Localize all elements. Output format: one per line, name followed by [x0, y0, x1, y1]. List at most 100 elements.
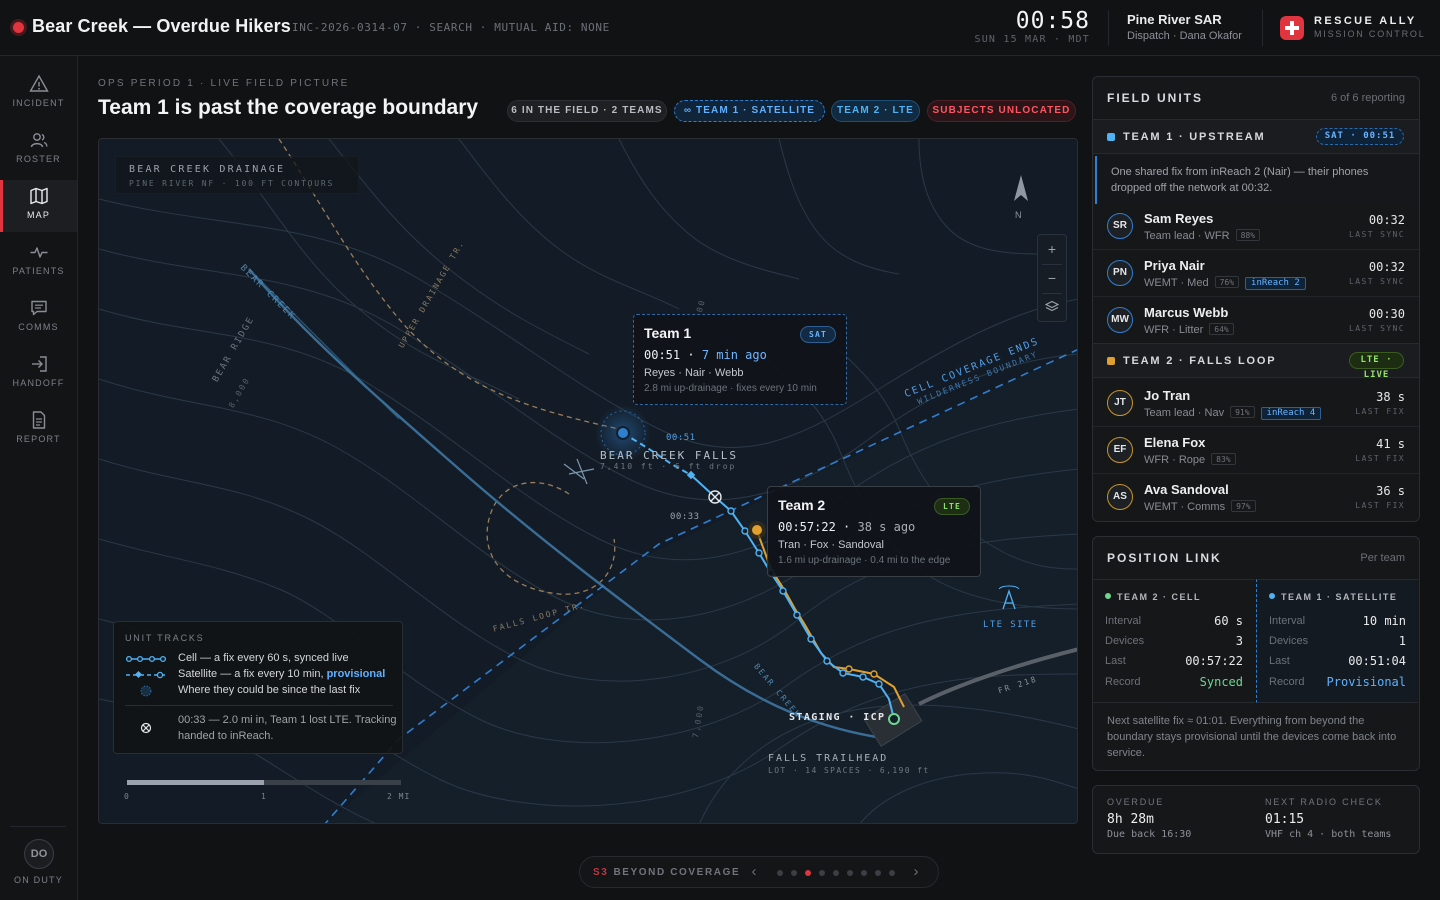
- member-time: 36 s: [1376, 484, 1405, 498]
- member-role: WFR · Rope 83%: [1144, 453, 1236, 466]
- zoom-out-button[interactable]: −: [1038, 264, 1066, 293]
- list-item[interactable]: PN Priya Nair WEMT · Med 76% inReach 2 00:…: [1093, 250, 1419, 297]
- map-subtitle: PINE RIVER NF · 100 FT CONTOURS: [129, 179, 335, 188]
- link-value: 00:51:04: [1348, 654, 1406, 668]
- link-key: Last: [1105, 655, 1126, 667]
- ops-period-eyebrow: OPS PERIOD 1 · LIVE FIELD PICTURE: [98, 78, 350, 89]
- legend-satellite: Satellite — a fix every 10 min, provisio…: [178, 668, 386, 680]
- rail-item-label: PATIENTS: [12, 266, 65, 276]
- live-indicator-dot: [13, 22, 24, 33]
- layers-button[interactable]: [1038, 293, 1066, 322]
- rail-item-map[interactable]: MAP: [0, 180, 77, 232]
- list-item[interactable]: EF Elena Fox WFR · Rope 83% 41 s LAST FIX: [1093, 427, 1419, 474]
- step-dot[interactable]: [819, 870, 825, 876]
- member-role: WEMT · Comms 97%: [1144, 500, 1256, 513]
- step-dot[interactable]: [875, 870, 881, 876]
- sat-track-legend-icon: [126, 670, 166, 679]
- step-dot[interactable]: [777, 870, 783, 876]
- lte-lost-time: 00:33: [670, 512, 700, 522]
- overdue-label: OVERDUE: [1107, 797, 1165, 807]
- step-dot[interactable]: [889, 870, 895, 876]
- rail-item-handoff[interactable]: HANDOFF: [0, 348, 77, 400]
- scenario-stepper: S3 BEYOND COVERAGE ‹ ›: [579, 856, 939, 888]
- user-avatar[interactable]: DO: [24, 839, 54, 869]
- link-key: Record: [1105, 676, 1141, 688]
- callout-lte-badge: LTE: [934, 498, 970, 515]
- team1-fix-time: 00:51: [666, 433, 696, 443]
- subjects-unlocated-chip[interactable]: SUBJECTS UNLOCATED: [927, 100, 1076, 122]
- rail-item-roster[interactable]: ROSTER: [0, 124, 77, 176]
- avatar: AS: [1107, 484, 1133, 510]
- scale-label: 2 MI: [387, 792, 411, 801]
- chat-icon: [31, 300, 47, 316]
- user-status: ON DUTY: [14, 875, 63, 885]
- list-item[interactable]: JT Jo Tran Team lead · Nav 91% inReach 4 3…: [1093, 380, 1419, 427]
- step-dot[interactable]: [791, 870, 797, 876]
- battery-badge: 91%: [1230, 406, 1255, 418]
- team1-marker: [616, 426, 630, 440]
- rail-item-label: COMMS: [18, 322, 59, 332]
- device-badge: inReach 2: [1245, 277, 1306, 290]
- list-item[interactable]: AS Ava Sandoval WEMT · Comms 97% 36 s LAS…: [1093, 474, 1419, 521]
- lte-site-label: LTE SITE: [983, 620, 1038, 630]
- scale-label: 0: [124, 792, 130, 801]
- reporting-count: 6 of 6 reporting: [1331, 92, 1405, 104]
- legend-lost-note: 00:33 — 2.0 mi in, Team 1 lost LTE. Trac…: [178, 714, 397, 742]
- step-dot[interactable]: [861, 870, 867, 876]
- mission-date: SUN 15 MAR · MDT: [974, 34, 1090, 45]
- link-key: Interval: [1105, 615, 1142, 627]
- team2-lte-chip[interactable]: TEAM 2 · LTE: [831, 100, 920, 122]
- step-dot[interactable]: [805, 870, 811, 876]
- team2-callout[interactable]: Team 2 LTE 00:57:22 · 38 s ago Tran · Fo…: [767, 486, 981, 577]
- battery-badge: 76%: [1214, 276, 1240, 288]
- team1-satellite-chip[interactable]: ∞ TEAM 1 · SATELLITE: [674, 100, 825, 122]
- brand-name: RESCUE ALLY: [1314, 15, 1417, 27]
- list-item[interactable]: SR Sam Reyes Team lead · WFR 88% 00:32 LA…: [1093, 203, 1419, 250]
- scale-label: 1: [261, 792, 267, 801]
- track-legend: UNIT TRACKS Cell — a fix every 60 s, syn…: [113, 621, 403, 754]
- radio-check-value: 01:15: [1265, 812, 1305, 827]
- link-key: Interval: [1269, 615, 1306, 627]
- trailhead-sublabel: LOT · 14 SPACES · 6,190 ft: [768, 766, 930, 775]
- status-dot: [1105, 593, 1111, 599]
- field-units-panel: FIELD UNITS 6 of 6 reporting TEAM 1 · UP…: [1092, 76, 1420, 522]
- field-count-chip[interactable]: 6 IN THE FIELD · 2 TEAMS: [507, 100, 667, 122]
- incident-title: Bear Creek — Overdue Hikers: [32, 16, 291, 36]
- rail-item-patients[interactable]: PATIENTS: [0, 236, 77, 288]
- rail-item-incident[interactable]: INCIDENT: [0, 68, 77, 120]
- warning-triangle-icon: [29, 74, 49, 92]
- zoom-in-button[interactable]: +: [1038, 235, 1066, 264]
- mission-clock: 00:58: [1015, 8, 1090, 34]
- field-map[interactable]: BEAR CREEK DRAINAGE PINE RIVER NF · 100 …: [98, 138, 1078, 824]
- team1-callout[interactable]: Team 1 SAT 00:51 · 7 min ago Reyes · Nai…: [633, 314, 847, 405]
- divider: [1262, 10, 1263, 46]
- member-time: 00:30: [1368, 307, 1405, 321]
- team2-color-swatch: [1107, 357, 1115, 365]
- step-dot[interactable]: [833, 870, 839, 876]
- link-value: 10 min: [1362, 614, 1406, 628]
- device-badge: inReach 4: [1260, 407, 1322, 420]
- next-step-button[interactable]: ›: [908, 863, 924, 881]
- link-key: Devices: [1269, 635, 1309, 647]
- avatar: JT: [1107, 390, 1133, 416]
- map-icon: [30, 187, 48, 205]
- list-item[interactable]: MW Marcus Webb WFR · Litter 64% 00:30 LAS…: [1093, 297, 1419, 344]
- step-dot[interactable]: [847, 870, 853, 876]
- rail-item-comms[interactable]: COMMS: [0, 292, 77, 344]
- legend-cell: Cell — a fix every 60 s, synced live: [178, 652, 349, 664]
- member-role: Team lead · Nav 91% inReach 4: [1144, 406, 1322, 420]
- link-value: Synced: [1199, 675, 1243, 689]
- radio-check-label: NEXT RADIO CHECK: [1265, 797, 1383, 807]
- divider: [125, 705, 393, 706]
- prev-step-button[interactable]: ‹: [746, 863, 762, 881]
- falls-label: BEAR CREEK FALLS: [600, 449, 738, 462]
- team-name: TEAM 2 · FALLS LOOP: [1123, 355, 1277, 367]
- battery-badge: 88%: [1235, 229, 1261, 241]
- callout-sat-badge: SAT: [800, 326, 836, 343]
- team1-header[interactable]: TEAM 1 · UPSTREAM SAT · 00:51: [1093, 119, 1419, 154]
- team2-link-column: TEAM 2 · CELL Interval 60 s Devices 3 La…: [1093, 579, 1255, 703]
- team2-header[interactable]: TEAM 2 · FALLS LOOP LTE · LIVE: [1093, 343, 1419, 380]
- rescue-cross-logo-icon: [1280, 16, 1304, 40]
- rail-item-report[interactable]: REPORT: [0, 404, 77, 456]
- falls-sublabel: 7,410 ft · 6 ft drop: [600, 462, 737, 471]
